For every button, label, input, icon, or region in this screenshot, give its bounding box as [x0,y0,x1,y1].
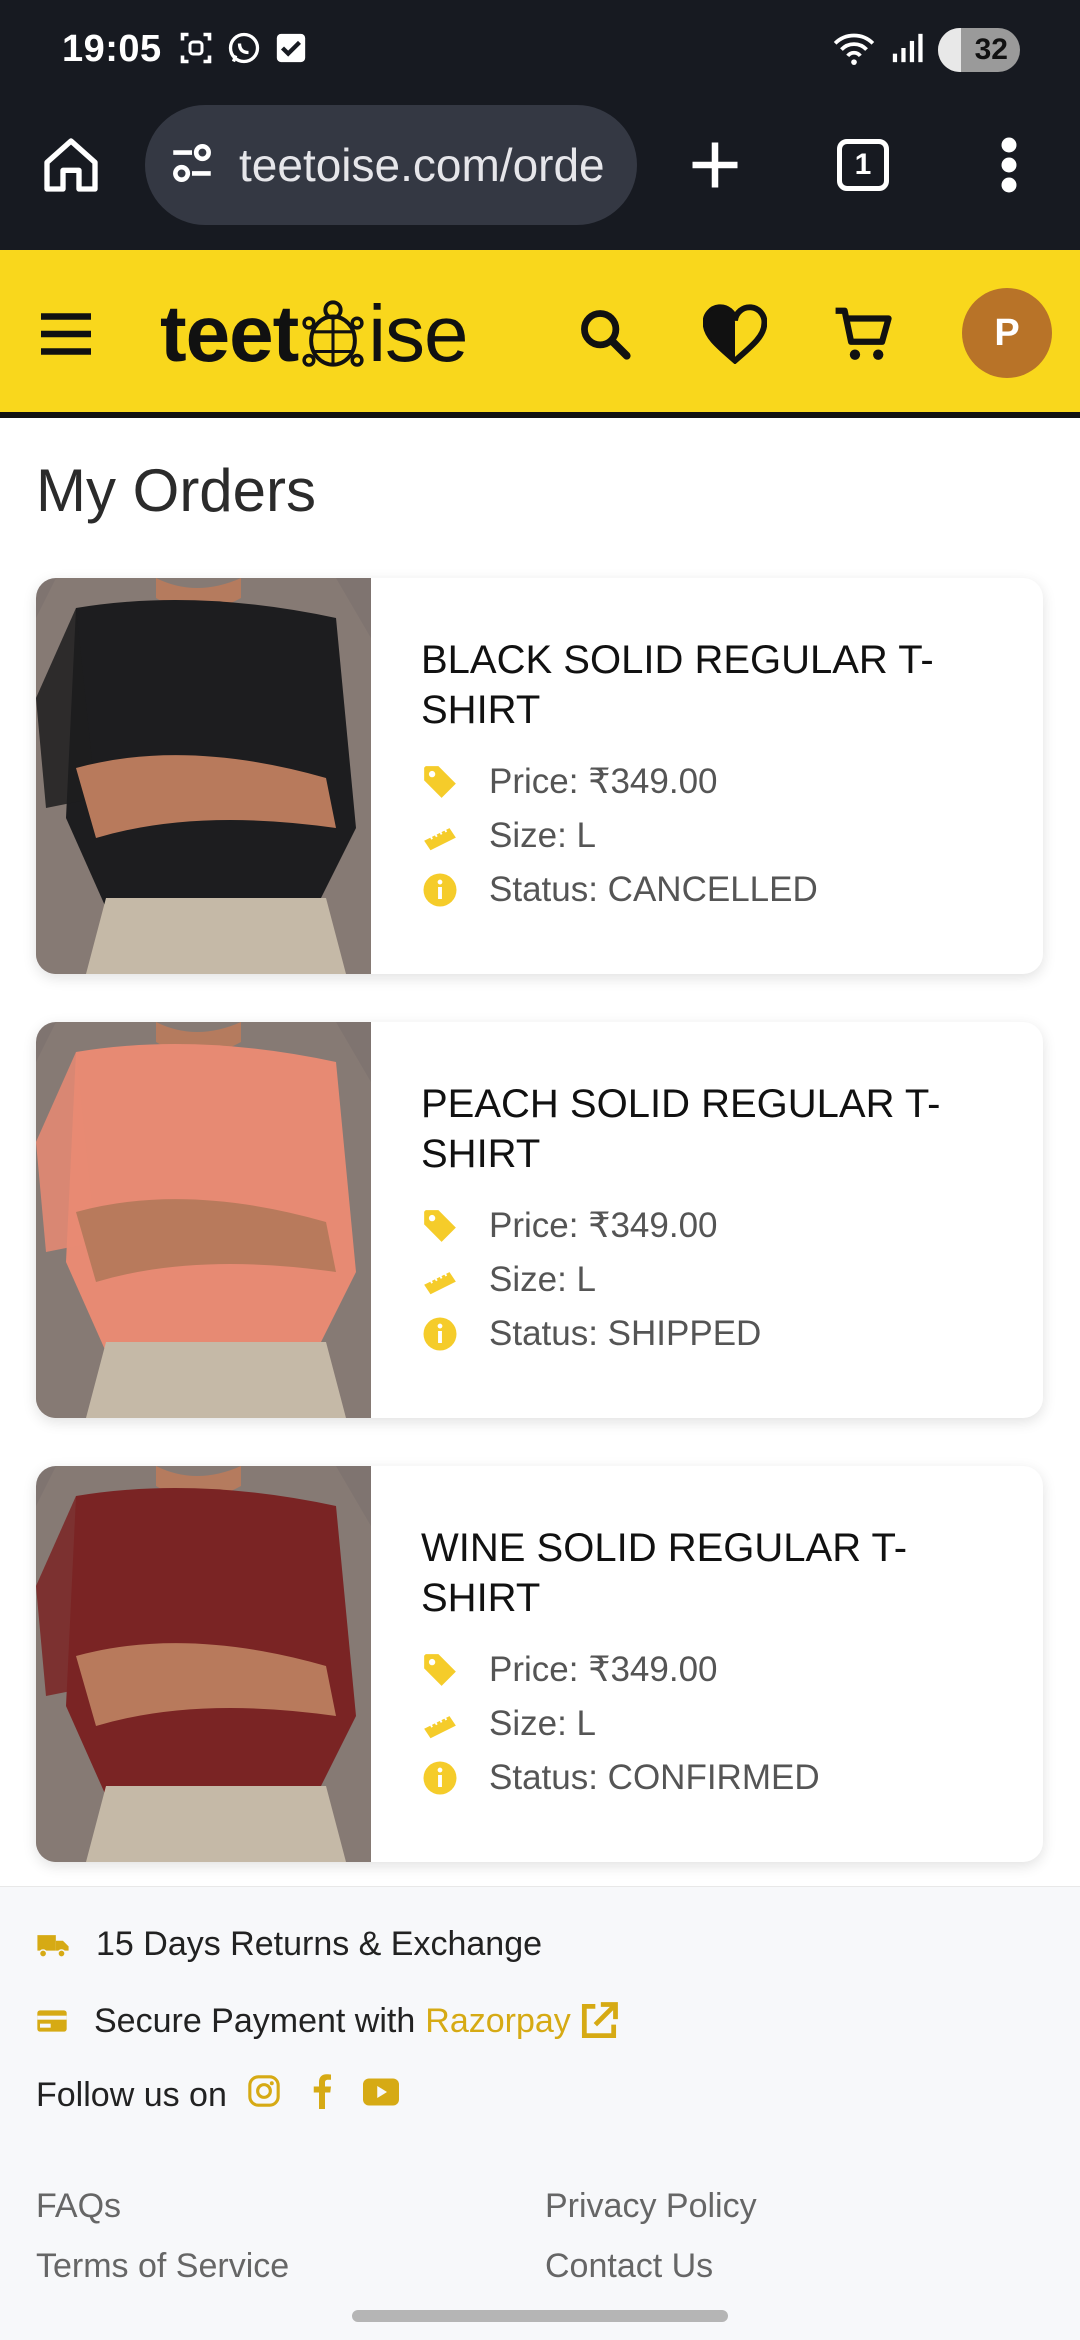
credit-card-icon [36,2008,68,2034]
wishlist-icon[interactable] [695,294,775,374]
product-name[interactable]: WINE SOLID REGULAR T-SHIRT [421,1523,1013,1623]
ruler-icon [421,1705,459,1743]
order-card[interactable]: WINE SOLID REGULAR T-SHIRT Price: ₹349.00… [36,1466,1043,1862]
order-info: PEACH SOLID REGULAR T-SHIRT Price: ₹349.0… [421,1022,1013,1418]
browser-toolbar: teetoise.com/orde 1 [0,100,1080,250]
external-link-icon[interactable] [577,1999,621,2043]
product-name[interactable]: BLACK SOLID REGULAR T-SHIRT [421,635,1013,735]
payment-text: Secure Payment with [94,2001,416,2040]
site-settings-icon[interactable] [167,138,217,193]
tab-count: 1 [837,139,889,191]
privacy-policy-link[interactable]: Privacy Policy [545,2187,757,2226]
follow-text: Follow us on [36,2076,227,2114]
info-icon [421,1759,459,1797]
home-indicator[interactable] [352,2310,728,2322]
terms-link[interactable]: Terms of Service [36,2247,289,2286]
price-text: Price: ₹349.00 [489,1206,718,1245]
battery-icon: 32 [938,28,1020,72]
price-row: Price: ₹349.00 [421,755,1013,809]
avatar[interactable]: P [962,288,1052,378]
site-logo[interactable]: teet ise [160,288,469,380]
search-icon[interactable] [565,294,645,374]
instagram-icon[interactable] [247,2074,281,2117]
price-tag-icon [421,1651,459,1689]
url-text[interactable]: teetoise.com/orde [239,138,605,192]
page-title: My Orders [36,457,317,524]
site-header: teet ise P [0,250,1080,418]
status-time: 19:05 [62,28,162,70]
ruler-icon [421,817,459,855]
order-card[interactable]: PEACH SOLID REGULAR T-SHIRT Price: ₹349.0… [36,1022,1043,1418]
signal-icon [890,31,924,70]
size-row: Size: L [421,1253,1013,1307]
status-text: Status: CANCELLED [489,870,818,909]
checkbox-icon [274,31,308,70]
social-row: Follow us on [36,2073,399,2118]
notification-icons [178,30,308,71]
logo-suffix: ise [368,289,468,378]
razorpay-link[interactable]: Razorpay [425,2002,571,2041]
order-card[interactable]: BLACK SOLID REGULAR T-SHIRT Price: ₹349.0… [36,578,1043,974]
truck-icon [36,1932,70,1958]
battery-level: 32 [974,33,1008,66]
order-info: BLACK SOLID REGULAR T-SHIRT Price: ₹349.0… [421,578,1013,974]
turtle-logo-icon [300,299,366,369]
order-info: WINE SOLID REGULAR T-SHIRT Price: ₹349.00… [421,1466,1013,1862]
whatsapp-icon [226,30,262,71]
facebook-icon[interactable] [309,2073,335,2118]
wifi-icon [832,30,876,71]
status-row: Status: CONFIRMED [421,1751,1013,1805]
product-name[interactable]: PEACH SOLID REGULAR T-SHIRT [421,1079,1013,1179]
home-icon[interactable] [26,120,116,210]
faqs-link[interactable]: FAQs [36,2187,121,2226]
status-text: Status: SHIPPED [489,1314,762,1353]
price-text: Price: ₹349.00 [489,762,718,801]
size-text: Size: L [489,816,596,855]
info-icon [421,1315,459,1353]
price-row: Price: ₹349.00 [421,1643,1013,1697]
youtube-icon[interactable] [362,2076,399,2115]
status-row: Status: SHIPPED [421,1307,1013,1361]
more-icon[interactable] [964,120,1054,210]
product-image[interactable] [36,1466,371,1862]
address-bar[interactable]: teetoise.com/orde [145,105,637,225]
returns-text: 15 Days Returns & Exchange [96,1925,543,1963]
tabs-icon[interactable]: 1 [818,120,908,210]
size-row: Size: L [421,1697,1013,1751]
screenshot-icon [178,30,214,71]
price-row: Price: ₹349.00 [421,1199,1013,1253]
product-image[interactable] [36,578,371,974]
returns-info: 15 Days Returns & Exchange [36,1925,542,1964]
status-text: Status: CONFIRMED [489,1758,820,1797]
new-tab-icon[interactable] [670,120,760,210]
logo-prefix: teet [160,289,299,378]
payment-info: Secure Payment with Razorpay [36,1999,621,2043]
price-tag-icon [421,763,459,801]
status-row: Status: CANCELLED [421,863,1013,917]
size-text: Size: L [489,1704,596,1743]
status-bar: 19:05 32 [0,0,1080,100]
cart-icon[interactable] [824,294,904,374]
footer: 15 Days Returns & Exchange Secure Paymen… [0,1886,1080,2340]
menu-icon[interactable] [26,294,106,374]
info-icon [421,871,459,909]
ruler-icon [421,1261,459,1299]
size-text: Size: L [489,1260,596,1299]
system-icons: 32 [832,28,1020,72]
contact-us-link[interactable]: Contact Us [545,2247,713,2286]
size-row: Size: L [421,809,1013,863]
product-image[interactable] [36,1022,371,1418]
price-tag-icon [421,1207,459,1245]
price-text: Price: ₹349.00 [489,1650,718,1689]
